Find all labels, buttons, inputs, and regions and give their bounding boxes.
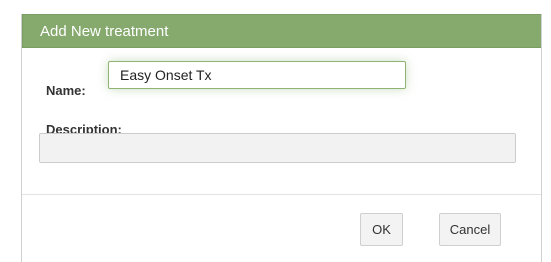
name-label: Name: xyxy=(46,83,86,98)
add-treatment-dialog: Add New treatment Name: Description: OK … xyxy=(21,14,542,262)
ok-button[interactable]: OK xyxy=(360,213,403,246)
dialog-title: Add New treatment xyxy=(40,23,169,40)
cancel-button[interactable]: Cancel xyxy=(439,213,501,246)
dialog-titlebar[interactable]: Add New treatment xyxy=(22,14,541,48)
description-input[interactable] xyxy=(39,133,516,163)
name-input[interactable] xyxy=(108,61,406,89)
footer-divider xyxy=(22,194,541,195)
